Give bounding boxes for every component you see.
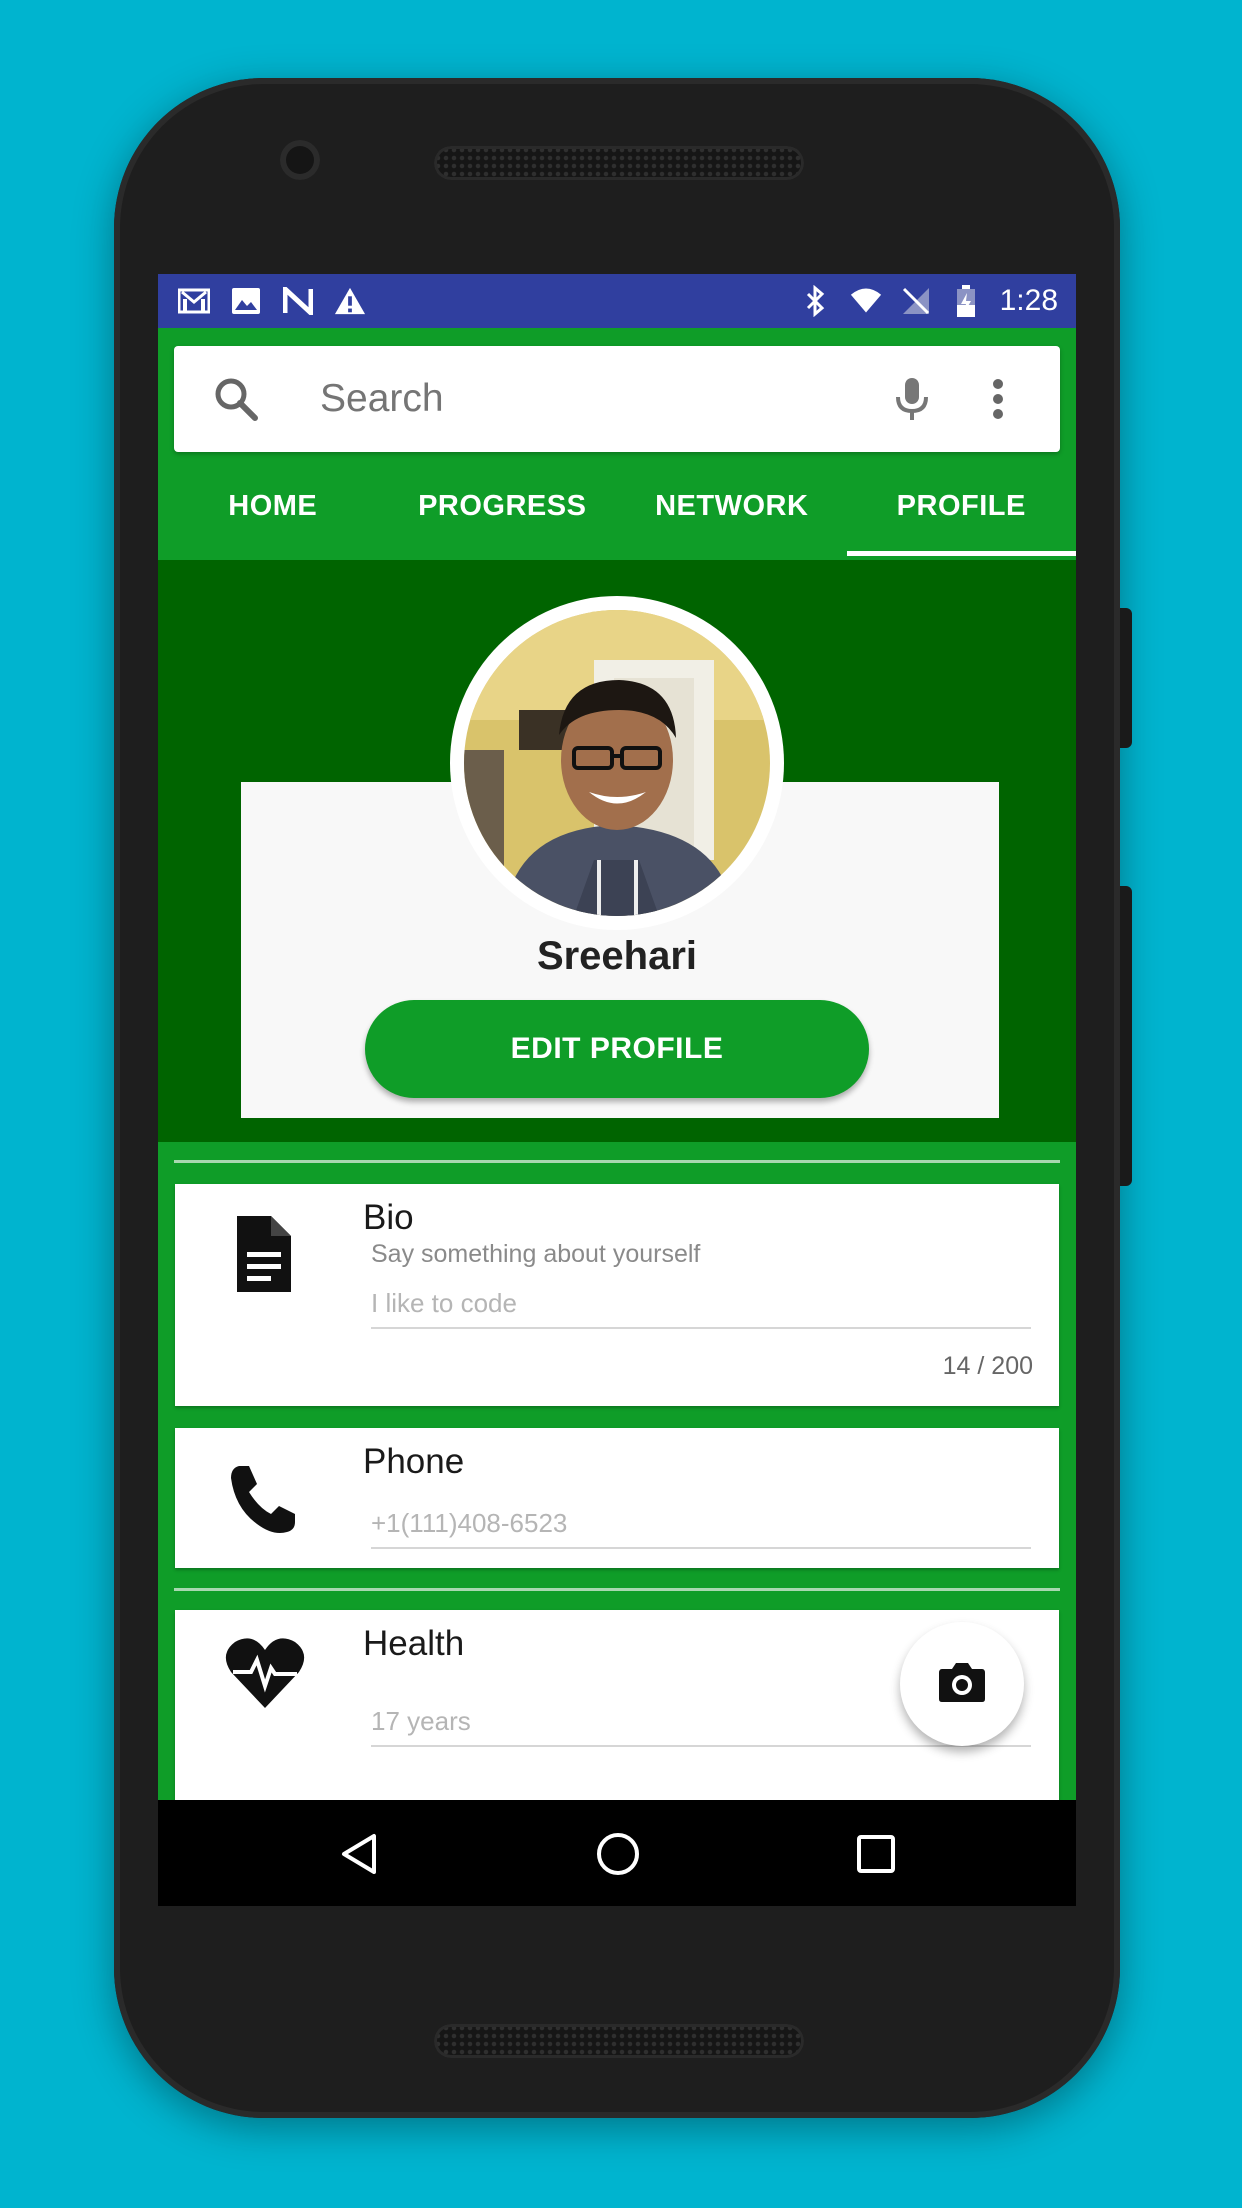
search-bar[interactable]	[174, 346, 1060, 452]
status-bar: 1:28	[158, 274, 1076, 328]
search-icon[interactable]	[212, 375, 260, 423]
phone-icon	[225, 1462, 301, 1538]
top-speaker	[434, 146, 804, 180]
bio-character-counter: 14 / 200	[942, 1352, 1033, 1380]
bio-input[interactable]: I like to code	[371, 1288, 1031, 1329]
bio-title: Bio	[363, 1198, 414, 1237]
health-title: Health	[363, 1624, 465, 1663]
profile-name: Sreehari	[536, 934, 698, 978]
wifi-icon	[850, 285, 882, 317]
edit-profile-button[interactable]: EDIT PROFILE	[365, 1000, 869, 1098]
divider	[174, 1160, 1060, 1163]
tab-profile[interactable]: PROFILE	[846, 470, 1077, 556]
divider	[174, 1588, 1060, 1591]
navigation-bar	[158, 1800, 1076, 1906]
phone-volume-button	[1120, 886, 1132, 1186]
gmail-icon	[178, 285, 210, 317]
tab-bar: HOME PROGRESS NETWORK PROFILE	[158, 470, 1076, 556]
front-camera	[280, 140, 320, 180]
recents-icon[interactable]	[852, 1830, 900, 1878]
phone-input[interactable]: +1(111)408-6523	[371, 1508, 1031, 1549]
bottom-speaker	[434, 2024, 804, 2058]
phone-title: Phone	[363, 1442, 465, 1481]
phone-card: Phone +1(111)408-6523	[175, 1428, 1059, 1568]
tab-network[interactable]: NETWORK	[617, 470, 847, 556]
n-icon	[282, 285, 314, 317]
tab-progress[interactable]: PROGRESS	[388, 470, 618, 556]
warning-icon	[334, 285, 366, 317]
camera-icon	[938, 1661, 986, 1708]
avatar[interactable]	[464, 610, 770, 916]
microphone-icon[interactable]	[888, 375, 936, 423]
bluetooth-icon	[800, 285, 832, 317]
search-input[interactable]	[318, 376, 888, 422]
back-icon[interactable]	[336, 1830, 384, 1878]
image-icon	[230, 285, 262, 317]
bio-hint: Say something about yourself	[371, 1240, 701, 1268]
phone-power-button	[1120, 608, 1132, 748]
camera-fab[interactable]	[900, 1622, 1024, 1746]
profile-header: Sreehari EDIT PROFILE	[158, 560, 1076, 1142]
no-sim-icon	[900, 285, 932, 317]
more-options-icon[interactable]	[978, 375, 1018, 423]
status-time: 1:28	[999, 284, 1058, 317]
battery-icon	[950, 285, 982, 317]
bio-card: Bio Say something about yourself I like …	[175, 1184, 1059, 1406]
tab-home[interactable]: HOME	[158, 470, 388, 556]
heartbeat-icon	[225, 1634, 305, 1710]
document-icon	[225, 1216, 301, 1292]
app-screen: 1:28 HOME PROGRESS NETWORK PROFILE	[158, 274, 1076, 1906]
home-icon[interactable]	[594, 1830, 642, 1878]
